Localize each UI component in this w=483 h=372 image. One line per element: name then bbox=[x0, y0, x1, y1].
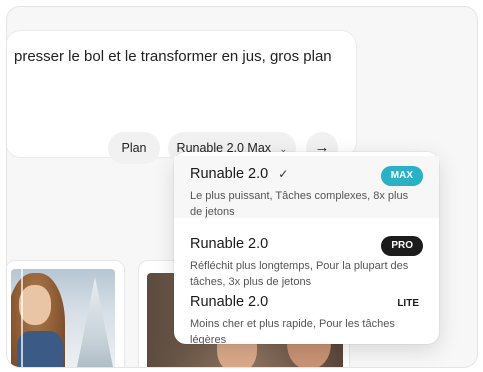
plan-button-label: Plan bbox=[121, 141, 147, 155]
pro-badge: PRO bbox=[381, 236, 423, 256]
lite-badge: LITE bbox=[393, 294, 423, 314]
app-frame: presser le bol et le transformer en jus,… bbox=[6, 6, 478, 368]
model-option-max[interactable]: Runable 2.0 ✓ MAX Le plus puissant, Tâche… bbox=[174, 156, 439, 218]
thumbnail-image bbox=[11, 269, 115, 367]
max-badge: MAX bbox=[380, 166, 423, 186]
prompt-card[interactable]: presser le bol et le transformer en jus,… bbox=[7, 30, 357, 164]
model-dropdown-menu: Runable 2.0 ✓ MAX Le plus puissant, Tâche… bbox=[174, 152, 439, 346]
model-option-description: Le plus puissant, Tâches complexes, 8x p… bbox=[190, 190, 409, 218]
model-option-lite[interactable]: Runable 2.0 LITE Moins cher et plus rapi… bbox=[174, 284, 439, 346]
model-option-name: Runable 2.0 bbox=[190, 236, 269, 252]
gallery-card[interactable] bbox=[7, 260, 125, 367]
model-option-pro[interactable]: Runable 2.0 PRO Réfléchit plus longtemps… bbox=[174, 226, 439, 288]
check-icon: ✓ bbox=[278, 167, 289, 181]
plan-button[interactable]: Plan bbox=[108, 132, 160, 164]
model-option-name: Runable 2.0 bbox=[190, 166, 269, 182]
model-option-description: Moins cher et plus rapide, Pour les tâch… bbox=[190, 318, 395, 346]
prompt-text[interactable]: presser le bol et le transformer en jus,… bbox=[14, 48, 354, 65]
model-option-name: Runable 2.0 bbox=[190, 294, 269, 310]
